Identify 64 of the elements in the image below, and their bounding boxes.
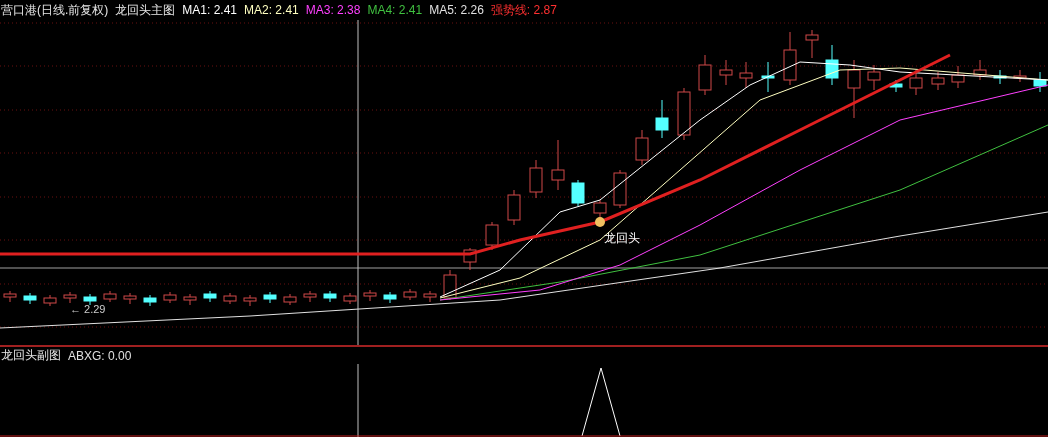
candlestick [463, 247, 477, 271]
candlestick [363, 289, 377, 302]
indicator-value: 强势线: 2.87 [490, 1, 557, 19]
candlestick [993, 69, 1007, 85]
candlestick [423, 290, 437, 303]
candlestick [263, 291, 277, 304]
candlestick [507, 189, 521, 226]
candlestick [223, 292, 237, 305]
candlestick [3, 290, 17, 303]
candlestick [83, 293, 97, 306]
candlestick [951, 65, 965, 89]
candlestick [23, 292, 37, 305]
candlestick [655, 99, 669, 139]
stock-title: 营口港(日线.前复权) [1, 1, 109, 19]
candlestick [103, 290, 117, 303]
candlestick [383, 291, 397, 304]
indicator-value: MA5: 2.26 [429, 3, 484, 17]
low-price-label: ← 2.29 [70, 303, 106, 315]
candlestick [973, 59, 987, 81]
indicator-name: 龙回头主图 [115, 1, 176, 19]
candlestick [163, 291, 177, 304]
candlestick [203, 290, 217, 303]
candlestick [677, 87, 691, 141]
candlestick [805, 29, 819, 59]
candlestick [825, 44, 839, 86]
signal-marker-icon [595, 217, 605, 227]
sub-panel-title: 龙回头副图 [1, 347, 61, 364]
candlestick [909, 69, 923, 96]
candlestick [698, 54, 712, 96]
candlestick [739, 61, 753, 89]
candlestick [303, 290, 317, 303]
candlestick [529, 159, 543, 199]
indicator-value: MA1: 2.41 [182, 3, 238, 17]
candlestick [485, 221, 499, 251]
candlestick [43, 294, 57, 307]
candlestick [343, 292, 357, 305]
candlestick [283, 293, 297, 306]
candlestick [403, 288, 417, 301]
candlestick [889, 79, 903, 93]
candlestick [613, 169, 627, 209]
candlestick [867, 64, 881, 91]
signal-spike-line [581, 367, 621, 437]
candlestick [635, 129, 649, 166]
indicator-value: MA4: 2.41 [367, 3, 423, 17]
candlestick [443, 269, 457, 301]
candlestick [143, 294, 157, 307]
candlestick [63, 291, 77, 304]
candlestick [719, 59, 733, 86]
candlestick [1013, 69, 1027, 83]
signal-label: 龙回头 [604, 231, 640, 245]
indicator-value: MA3: 2.38 [305, 3, 361, 17]
candlestick [931, 71, 945, 91]
candlestick [571, 179, 585, 207]
candlestick [847, 59, 861, 119]
indicator-value: ABXG: 0.00 [68, 348, 132, 363]
candlestick [761, 61, 775, 93]
candlestick [183, 293, 197, 306]
candlestick [1033, 71, 1047, 93]
candlestick [123, 292, 137, 305]
candlestick [243, 294, 257, 307]
candlestick [323, 290, 337, 303]
candlestick [551, 139, 565, 191]
candlestick [783, 31, 797, 86]
indicator-value: MA2: 2.41 [244, 3, 299, 17]
